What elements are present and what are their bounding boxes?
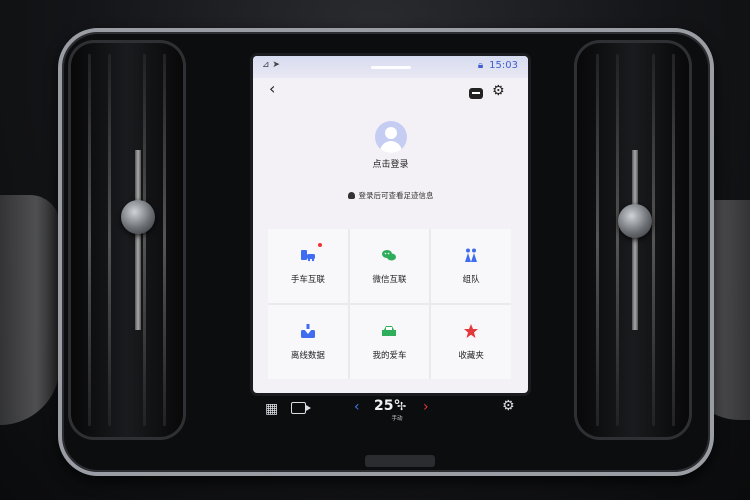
tile-label: 组队: [462, 275, 480, 285]
car-icon: [382, 326, 397, 336]
tile-phone-car-link[interactable]: 手车互联: [268, 229, 348, 303]
vent-knob-left[interactable]: [121, 200, 155, 234]
tile-label: 手车互联: [290, 275, 325, 285]
climate-mode-label: 手动: [391, 416, 403, 422]
vent-stem-left: [135, 150, 141, 330]
air-vent-right: [574, 40, 692, 440]
temp-up-button[interactable]: ›: [423, 399, 429, 415]
tile-offline-data[interactable]: 离线数据: [268, 305, 348, 379]
tile-label: 我的爱车: [372, 351, 407, 361]
login-link[interactable]: 点击登录: [253, 157, 528, 170]
status-time-area: 🔒︎ 15:03: [478, 60, 518, 71]
phone-car-icon: [300, 250, 315, 262]
app-grid-icon[interactable]: ▦: [265, 401, 278, 417]
star-icon: [464, 324, 479, 338]
fan-icon[interactable]: ✢: [397, 400, 406, 413]
settings-gear-icon[interactable]: ⚙: [492, 84, 505, 98]
temp-down-button[interactable]: ‹: [354, 399, 360, 415]
status-bar: ⊿ ➤ 🔒︎ 15:03: [253, 56, 528, 78]
console-trim: [365, 455, 435, 467]
user-icon: [347, 192, 355, 199]
camera-icon[interactable]: [291, 402, 311, 414]
leather-trim-left: [0, 195, 60, 425]
notification-badge: [317, 243, 322, 247]
tile-label: 微信互联: [372, 275, 407, 285]
status-icons: ⊿ ➤: [262, 60, 280, 70]
pull-down-handle[interactable]: [371, 66, 411, 69]
tile-label: 收藏夹: [458, 351, 484, 361]
team-icon: [465, 248, 478, 262]
tile-label: 离线数据: [290, 351, 325, 361]
tile-wechat-link[interactable]: 微信互联: [349, 229, 430, 303]
tile-team[interactable]: 组队: [431, 229, 511, 303]
infotainment-screen: ⊿ ➤ 🔒︎ 15:03 ‹ ⚙ 点击登录 登录后可查看足迹信息 手车互联 微信…: [253, 56, 528, 393]
message-icon[interactable]: [469, 88, 483, 99]
tile-favorites[interactable]: 收藏夹: [431, 305, 511, 379]
lock-icon: 🔒︎: [477, 60, 484, 71]
climate-bar: ▦ ‹ 25° ✢ 手动 › ⚙: [253, 396, 528, 422]
download-icon: [300, 324, 315, 338]
vent-stem-right: [632, 150, 638, 330]
vent-knob-right[interactable]: [618, 204, 652, 238]
avatar[interactable]: [375, 121, 407, 153]
clock: 15:03: [489, 60, 518, 71]
back-button[interactable]: ‹: [269, 81, 275, 97]
login-hint-text: 登录后可查看足迹信息: [358, 191, 434, 200]
login-hint: 登录后可查看足迹信息: [253, 190, 528, 201]
air-vent-left: [68, 40, 186, 440]
tile-my-car[interactable]: 我的爱车: [349, 305, 430, 379]
feature-grid: 手车互联 微信互联 组队 离线数据 我的爱车 收藏夹: [268, 229, 511, 379]
wechat-icon: [382, 250, 397, 261]
vehicle-settings-icon[interactable]: ⚙: [502, 398, 515, 414]
